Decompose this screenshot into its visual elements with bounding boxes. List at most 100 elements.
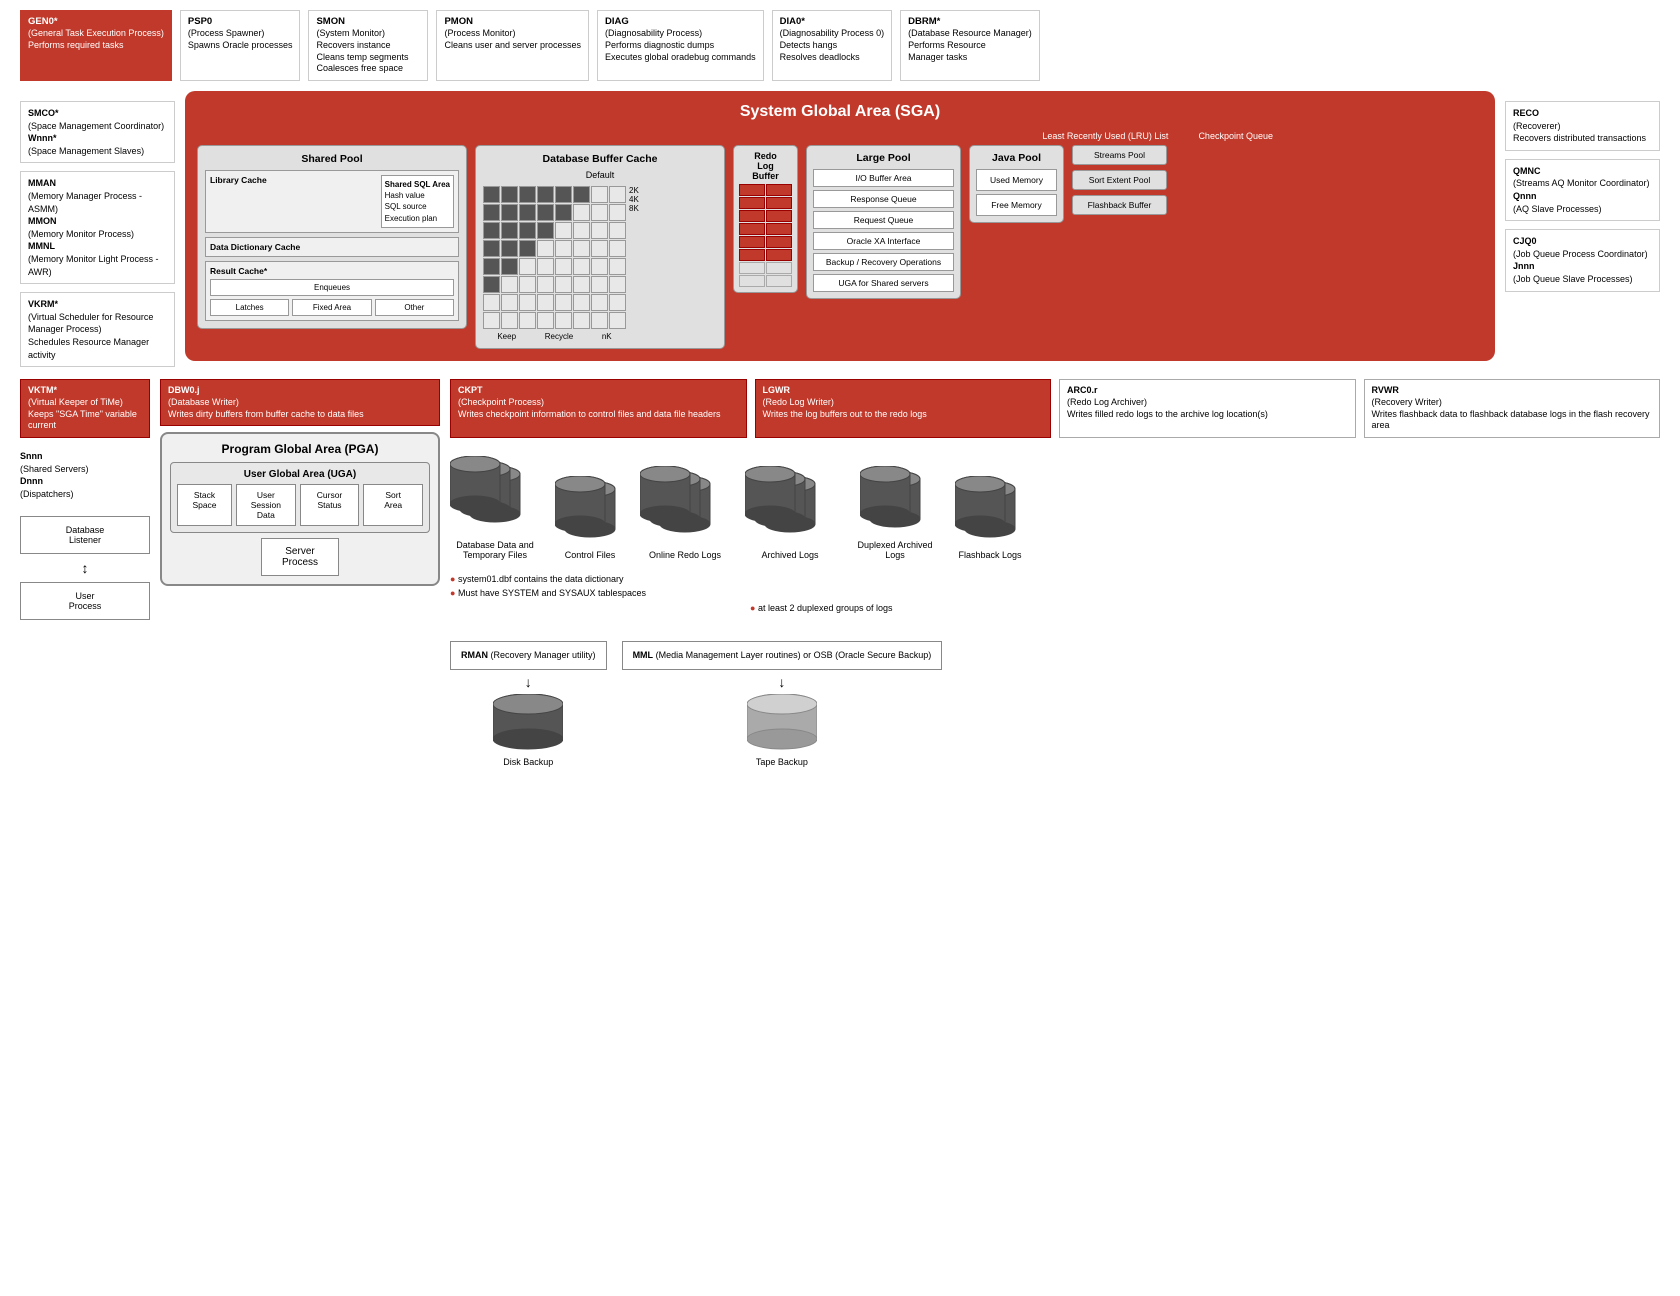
- mml-subtitle: (Media Management Layer routines) or OSB…: [656, 650, 932, 660]
- proc-dbrm-subtitle: (Database Resource Manager): [908, 28, 1032, 38]
- db-buffer-cache-title: Database Buffer Cache: [483, 153, 717, 165]
- note-1: system01.dbf contains the data dictionar…: [458, 574, 624, 584]
- rman-name: RMAN: [461, 650, 488, 660]
- mml-box: MML (Media Management Layer routines) or…: [622, 641, 943, 670]
- default-label: Default: [483, 170, 717, 180]
- proc-smon-subtitle: (System Monitor): [316, 28, 385, 38]
- sort-area-cell: SortArea: [363, 484, 423, 526]
- pga-region: Program Global Area (PGA) User Global Ar…: [160, 432, 440, 586]
- proc-psp0-desc: Spawns Oracle processes: [188, 40, 293, 50]
- dbw0-box: DBW0.j (Database Writer) Writes dirty bu…: [160, 379, 440, 426]
- flashback-logs-svg: [955, 476, 1025, 546]
- note-2: Must have SYSTEM and SYSAUX tablespaces: [458, 588, 646, 598]
- recycle-label: Recycle: [545, 332, 573, 341]
- proc-diag-name: DIAG: [605, 16, 756, 28]
- uga-title: User Global Area (UGA): [177, 469, 423, 480]
- cursor-status-cell: CursorStatus: [300, 484, 360, 526]
- bg-procs-wrap: DBW0.j (Database Writer) Writes dirty bu…: [160, 379, 440, 426]
- duplexed-svg: [860, 466, 930, 536]
- buffer-cache-grid: [483, 186, 626, 329]
- online-redo-group: Online Redo Logs: [640, 466, 730, 560]
- proc-gen0: GEN0* (General Task Execution Process) P…: [20, 10, 172, 81]
- proc-dia0-subtitle: (Diagnosability Process 0): [780, 28, 885, 38]
- smco-box: SMCO* (Space Management Coordinator) Wnn…: [20, 101, 175, 163]
- proc-diag-subtitle: (Diagnosability Process): [605, 28, 702, 38]
- redo-log-buffer: RedoLogBuffer: [733, 145, 798, 293]
- archived-logs-svg: [745, 466, 835, 546]
- user-session-data-cell: UserSessionData: [236, 484, 296, 526]
- proc-dbrm-name: DBRM*: [908, 16, 1032, 28]
- rman-subtitle: (Recovery Manager utility): [491, 650, 596, 660]
- cylinders-area: Database Data and Temporary Files: [450, 456, 1660, 560]
- user-process-box: UserProcess: [20, 582, 150, 620]
- db-data-label: Database Data and Temporary Files: [450, 540, 540, 560]
- large-pool-item: Request Queue: [813, 211, 954, 229]
- archived-logs-label: Archived Logs: [761, 550, 818, 560]
- proc-gen0-subtitle: (General Task Execution Process): [28, 28, 164, 38]
- rvwr-box: RVWR (Recovery Writer) Writes flashback …: [1364, 379, 1661, 438]
- disk-backup-label: Disk Backup: [503, 757, 553, 767]
- java-pool-item: Free Memory: [976, 194, 1057, 216]
- lru-chk-row: Least Recently Used (LRU) List Checkpoin…: [197, 131, 1483, 141]
- proc-psp0: PSP0 (Process Spawner) Spawns Oracle pro…: [180, 10, 301, 81]
- lru-label: Least Recently Used (LRU) List: [1042, 131, 1168, 141]
- duplexed-cylinders: [860, 466, 930, 536]
- disk-backup-svg: [493, 694, 563, 754]
- proc-dia0-desc: Detects hangs Resolves deadlocks: [780, 40, 860, 62]
- duplexed-group: Duplexed Archived Logs: [850, 466, 940, 560]
- data-dict-cache: Data Dictionary Cache: [205, 237, 459, 257]
- large-pool-item: UGA for Shared servers: [813, 274, 954, 292]
- proc-pmon-subtitle: (Process Monitor): [444, 28, 515, 38]
- proc-smon: SMON (System Monitor) Recovers instance …: [308, 10, 428, 81]
- redo-title: RedoLogBuffer: [739, 151, 792, 181]
- proc-smon-name: SMON: [316, 16, 420, 28]
- mman-box: MMAN (Memory Manager Process - ASMM) MMO…: [20, 171, 175, 284]
- arc0-box: ARC0.r (Redo Log Archiver) Writes filled…: [1059, 379, 1356, 438]
- server-process-box: ServerProcess: [261, 538, 339, 576]
- db-data-group: Database Data and Temporary Files: [450, 456, 540, 560]
- proc-dia0-name: DIA0*: [780, 16, 885, 28]
- snnn-box: Snnn(Shared Servers) Dnnn(Dispatchers): [20, 450, 150, 500]
- control-files-cylinders: [555, 476, 625, 546]
- large-pool-title: Large Pool: [813, 152, 954, 164]
- java-pool-title: Java Pool: [976, 152, 1057, 164]
- large-pool-items: I/O Buffer AreaResponse QueueRequest Que…: [813, 169, 954, 292]
- reco-box: RECO (Recoverer) Recovers distributed tr…: [1505, 101, 1660, 151]
- qmnc-box: QMNC (Streams AQ Monitor Coordinator) Qn…: [1505, 159, 1660, 221]
- uga-region: User Global Area (UGA) StackSpace UserSe…: [170, 462, 430, 533]
- other-cell: Other: [375, 299, 454, 316]
- notes-area: ● system01.dbf contains the data diction…: [450, 572, 1660, 615]
- proc-dia0: DIA0* (Diagnosability Process 0) Detects…: [772, 10, 893, 81]
- redo-grid: [739, 184, 792, 287]
- large-pool-item: Oracle XA Interface: [813, 232, 954, 250]
- flashback-logs-cylinders: [955, 476, 1025, 546]
- enqueues-cell: Enqueues: [210, 279, 454, 296]
- archived-logs-group: Archived Logs: [745, 466, 835, 560]
- db-data-svg: [450, 456, 540, 536]
- sga-region: System Global Area (SGA) Least Recently …: [185, 91, 1495, 361]
- streams-sort-flashback-col: Streams Pool Sort Extent Pool Flashback …: [1072, 145, 1167, 215]
- proc-dbrm: DBRM* (Database Resource Manager) Perfor…: [900, 10, 1040, 81]
- rman-box: RMAN (Recovery Manager utility): [450, 641, 607, 670]
- streams-pool: Streams Pool: [1072, 145, 1167, 165]
- control-files-label: Control Files: [565, 550, 616, 560]
- cjq0-box: CJQ0 (Job Queue Process Coordinator) Jnn…: [1505, 229, 1660, 291]
- stack-space-cell: StackSpace: [177, 484, 232, 526]
- sort-extent-pool: Sort Extent Pool: [1072, 170, 1167, 190]
- large-pool: Large Pool I/O Buffer AreaResponse Queue…: [806, 145, 961, 299]
- tape-backup-svg: [747, 694, 817, 754]
- proc-smon-desc: Recovers instance Cleans temp segments C…: [316, 40, 408, 73]
- note-3: at least 2 duplexed groups of logs: [758, 603, 893, 613]
- vkrm-box: VKRM* (Virtual Scheduler for Resource Ma…: [20, 292, 175, 367]
- vktm-box: VKTM* (Virtual Keeper of TiMe) Keeps "SG…: [20, 379, 150, 438]
- bg-proc-lower-row: CKPT (Checkpoint Process) Writes checkpo…: [450, 379, 1660, 438]
- proc-pmon-desc: Cleans user and server processes: [444, 40, 581, 50]
- shared-pool-title: Shared Pool: [205, 153, 459, 165]
- java-pool-items: Used MemoryFree Memory: [976, 169, 1057, 216]
- large-pool-item: Response Queue: [813, 190, 954, 208]
- sga-title: System Global Area (SGA): [197, 103, 1483, 121]
- shared-sql-area: Shared SQL Area Hash value SQL source Ex…: [381, 175, 454, 228]
- buf-size-labels: 2K 4K 8K: [629, 182, 639, 217]
- tape-backup-label: Tape Backup: [756, 757, 808, 767]
- latches-cell: Latches: [210, 299, 289, 316]
